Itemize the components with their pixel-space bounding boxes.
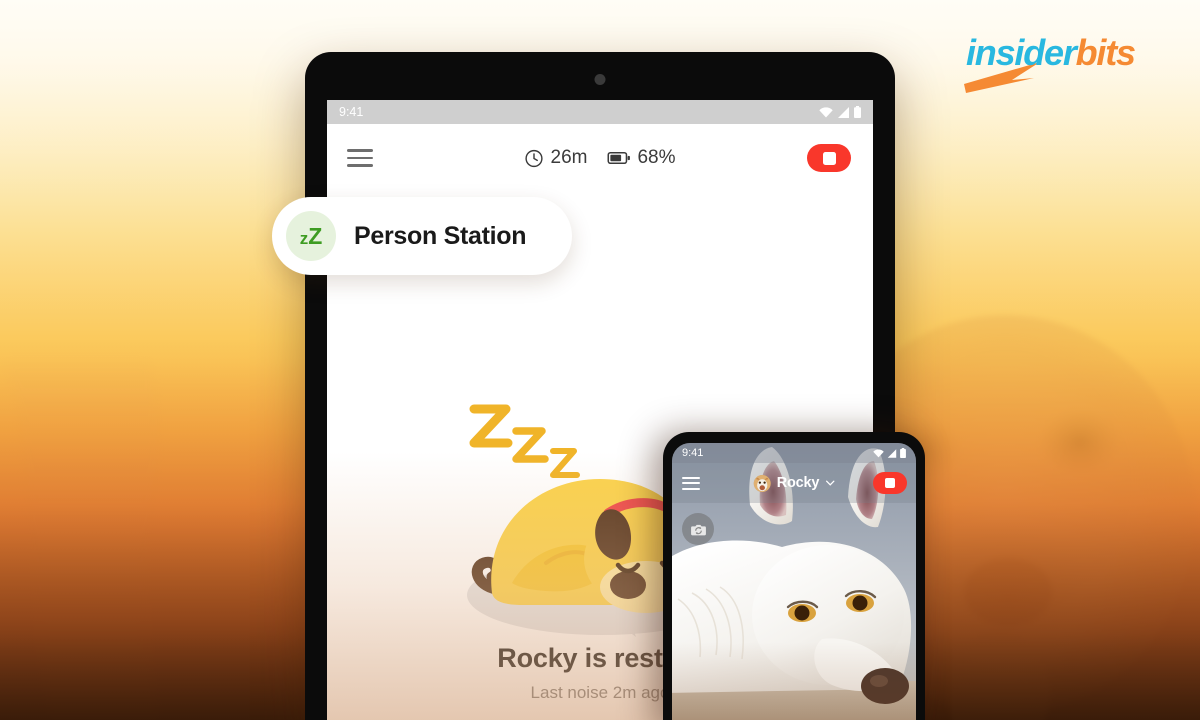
signal-icon <box>887 448 897 458</box>
phone-status-time: 9:41 <box>682 447 704 459</box>
insiderbits-logo: insiderbits <box>964 26 1156 93</box>
wifi-icon <box>873 449 884 457</box>
stop-recording-button[interactable] <box>807 144 851 172</box>
phone-status-icons <box>873 448 906 458</box>
logo-text-bits: bits <box>1075 32 1136 73</box>
signal-icon <box>838 106 849 118</box>
logo-wordmark: insiderbits <box>966 32 1136 74</box>
phone-device: 9:41 Rocky <box>663 432 925 720</box>
status-bar-icons <box>819 106 861 118</box>
stop-square-icon <box>822 151 836 165</box>
rocky-avatar-image <box>753 474 771 492</box>
phone-screen: 9:41 Rocky <box>672 443 916 720</box>
pet-selector[interactable]: Rocky <box>753 474 835 492</box>
last-noise-status: Last noise 2m ago <box>530 683 670 702</box>
camera-flip-button[interactable] <box>682 513 714 545</box>
clock-icon <box>525 149 543 167</box>
person-station-pill[interactable]: zZ Person Station <box>272 197 572 275</box>
battery-status-value: 68% <box>637 147 676 168</box>
phone-status-bar: 9:41 <box>672 443 916 463</box>
tablet-status-bar: 9:41 <box>327 100 873 124</box>
camera-flip-icon <box>690 524 706 535</box>
avatar <box>753 474 771 492</box>
phone-toolbar: Rocky <box>672 463 916 503</box>
status-bar-time: 9:41 <box>339 105 364 119</box>
session-timer: 26m <box>525 147 588 169</box>
zz-sleep-icon: zZ <box>286 211 336 261</box>
zz-small-letter: z <box>299 228 309 248</box>
battery-status: 68% <box>607 147 676 169</box>
tablet-toolbar: 26m 68% <box>327 124 873 192</box>
wifi-icon <box>819 106 833 117</box>
stop-recording-button[interactable] <box>873 472 907 494</box>
zz-glyphs: zZ <box>299 222 323 249</box>
screenshot-stage: insiderbits 9:41 26m 68% Rocky is restin… <box>0 0 1200 720</box>
hamburger-icon[interactable] <box>682 476 700 490</box>
tablet-session-stats: 26m 68% <box>525 147 676 169</box>
battery-icon <box>900 448 906 458</box>
hamburger-icon[interactable] <box>347 149 373 167</box>
stop-square-icon <box>885 478 895 488</box>
person-station-label: Person Station <box>354 221 527 250</box>
logo-text-insider: insider <box>966 32 1077 73</box>
pet-name: Rocky <box>776 475 820 491</box>
tablet-front-camera <box>594 74 606 85</box>
battery-icon <box>607 151 630 165</box>
chevron-down-icon <box>825 480 834 486</box>
zz-large-letter: Z <box>308 222 323 249</box>
session-timer-value: 26m <box>550 147 588 168</box>
battery-icon <box>854 106 861 118</box>
